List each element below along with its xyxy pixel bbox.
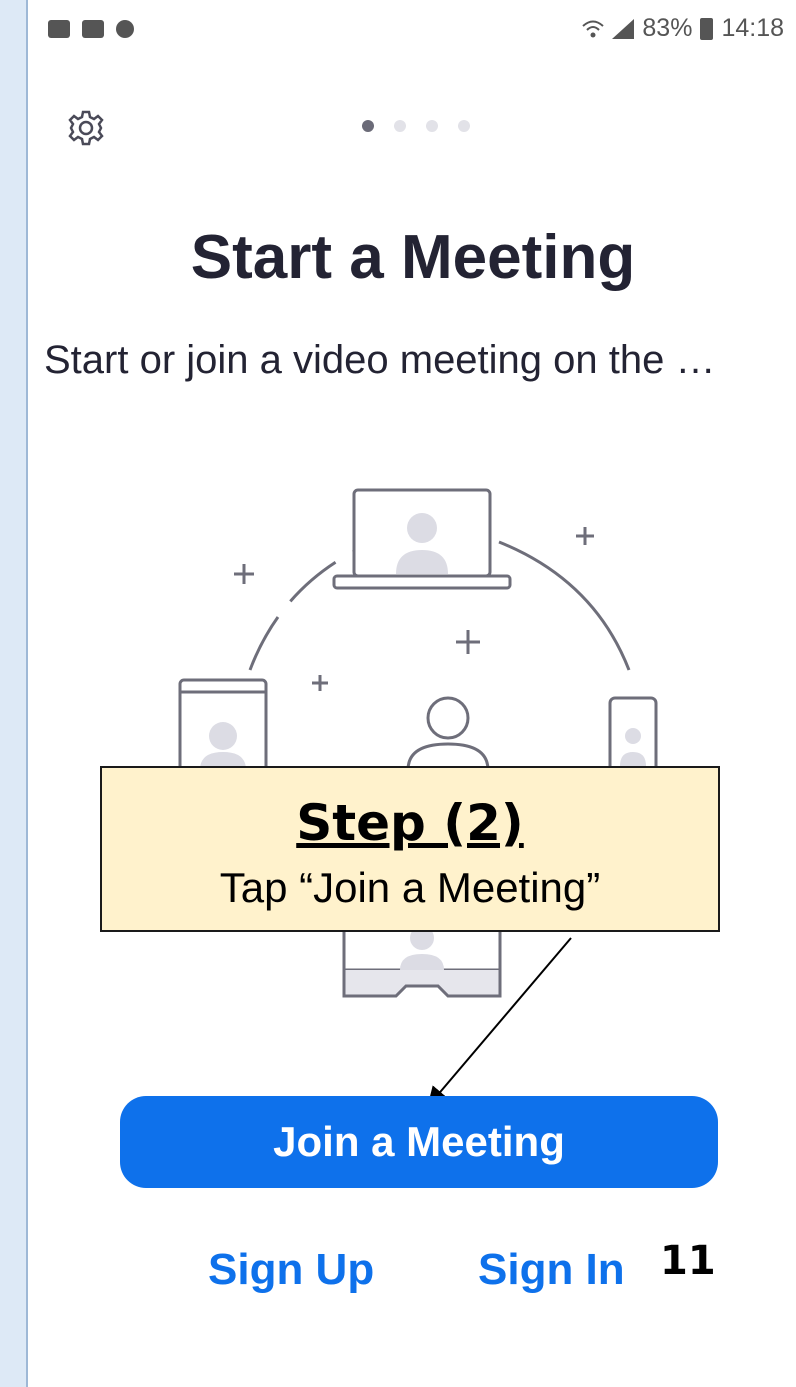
- page-dot-active[interactable]: [362, 120, 374, 132]
- page-indicator: [362, 120, 470, 132]
- hangouts-icon: [116, 20, 134, 38]
- callout-step-title: Step (2): [296, 794, 524, 852]
- callout-instruction: Tap “Join a Meeting”: [219, 864, 601, 911]
- sign-up-link[interactable]: Sign Up: [208, 1245, 374, 1295]
- status-bar: 83% 14:18: [28, 0, 796, 62]
- page-dot[interactable]: [458, 120, 470, 132]
- notification-icons: [48, 20, 134, 38]
- slide-page-number: 11: [660, 1238, 716, 1284]
- page-title: Start a Meeting: [190, 223, 636, 292]
- tutorial-callout: Step (2) Tap “Join a Meeting”: [100, 766, 720, 932]
- page-dot[interactable]: [426, 120, 438, 132]
- sign-in-link[interactable]: Sign In: [478, 1245, 625, 1295]
- clock: 14:18: [721, 14, 784, 42]
- status-indicators: 83% 14:18: [582, 14, 784, 43]
- page-dot[interactable]: [394, 120, 406, 132]
- battery-percent: 83%: [642, 14, 693, 42]
- join-meeting-button[interactable]: Join a Meeting: [120, 1096, 718, 1188]
- wifi-icon: [582, 20, 605, 37]
- signal-icon: [612, 18, 635, 39]
- gear-icon[interactable]: [66, 108, 106, 148]
- battery-icon: [700, 17, 714, 40]
- gallery-icon: [48, 20, 70, 38]
- page-subtitle: Start or join a video meeting on the …: [44, 338, 716, 382]
- phone-screen: 83% 14:18 Start a Meeting Start or join …: [26, 0, 796, 1387]
- lazada-icon: [82, 20, 104, 38]
